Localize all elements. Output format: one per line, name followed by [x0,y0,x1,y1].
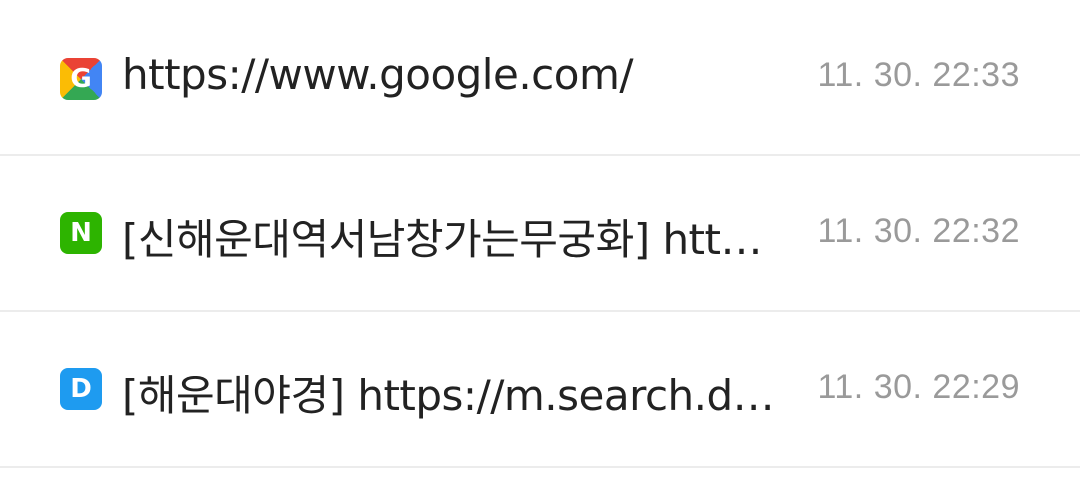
history-item-title: [신해운대역서남창가는무궁화] http… [122,215,782,264]
history-item-naver[interactable]: N [신해운대역서남창가는무궁화] http… 11. 30. 22:32 [0,156,1080,312]
naver-icon: N [60,212,102,254]
history-item-google[interactable]: G https://www.google.com/ 11. 30. 22:33 [0,0,1080,156]
history-item-title: https://www.google.com/ [122,50,634,99]
google-icon-letter: G [70,64,92,94]
google-icon: G [60,58,102,100]
history-item-time: 11. 30. 22:32 [817,212,1020,250]
history-item-time: 11. 30. 22:33 [817,56,1020,94]
history-item-daum[interactable]: D [해운대야경] https://m.search.da… 11. 30. 2… [0,312,1080,468]
history-item-title: [해운대야경] https://m.search.da… [122,371,782,420]
daum-icon: D [60,368,102,410]
history-item-time: 11. 30. 22:29 [817,368,1020,406]
history-list: G https://www.google.com/ 11. 30. 22:33 … [0,0,1080,468]
daum-icon-letter: D [70,374,92,404]
naver-icon-letter: N [70,218,92,248]
